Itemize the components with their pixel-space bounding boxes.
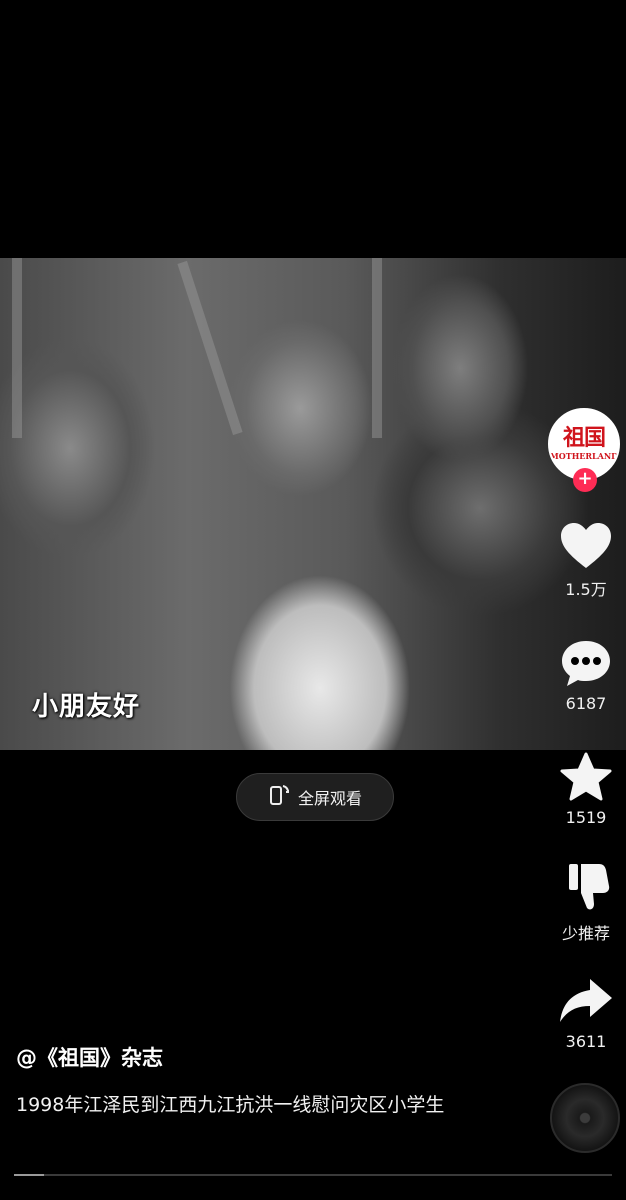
share-count: 3611 xyxy=(565,1032,607,1051)
share-button[interactable]: 3611 xyxy=(548,976,624,1051)
plus-icon: + xyxy=(577,468,593,489)
comment-icon xyxy=(548,638,624,688)
fullscreen-button[interactable]: 全屏观看 xyxy=(236,773,394,821)
share-arrow-icon xyxy=(548,976,624,1026)
like-count: 1.5万 xyxy=(565,580,607,599)
comment-count: 6187 xyxy=(565,694,607,713)
follow-button[interactable]: + xyxy=(573,468,597,492)
author-name[interactable]: @《祖国》杂志 xyxy=(16,1042,163,1072)
video-frame-detail xyxy=(12,258,22,438)
not-interested-label: 少推荐 xyxy=(561,924,610,943)
comment-button[interactable]: 6187 xyxy=(548,638,624,713)
star-icon xyxy=(548,752,624,802)
fullscreen-label: 全屏观看 xyxy=(297,789,362,808)
progress-fill xyxy=(14,1174,44,1176)
heart-icon xyxy=(548,522,624,570)
video-frame-detail xyxy=(372,258,382,438)
video-description: 1998年江泽民到江西九江抗洪一线慰问灾区小学生 xyxy=(16,1094,445,1116)
music-disc-icon[interactable] xyxy=(550,1083,620,1153)
video-subtitle: 小朋友好 xyxy=(32,692,141,722)
not-interested-button[interactable]: 少推荐 xyxy=(548,860,624,944)
avatar-logo-subtext: MOTHERLAND xyxy=(549,451,619,461)
video-progress-bar[interactable] xyxy=(14,1174,612,1176)
video-frame-detail xyxy=(177,260,243,436)
thumbs-down-icon xyxy=(548,860,624,914)
like-button[interactable]: 1.5万 xyxy=(548,522,624,600)
video-player[interactable]: 小朋友好 xyxy=(0,258,626,750)
avatar-logo-text: 祖国 xyxy=(562,425,606,451)
favorite-count: 1519 xyxy=(565,808,607,827)
favorite-button[interactable]: 1519 xyxy=(548,752,624,827)
phone-rotate-icon xyxy=(268,783,290,811)
